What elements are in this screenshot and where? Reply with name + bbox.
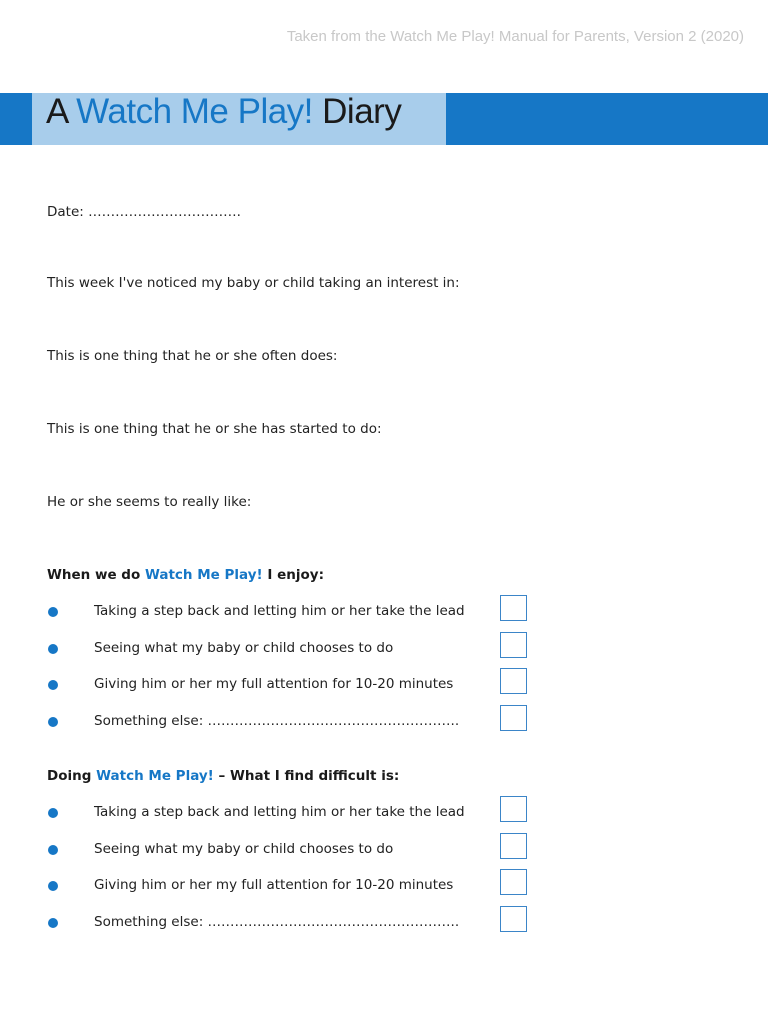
checkbox[interactable]: [500, 631, 527, 658]
bullet-icon: [48, 643, 58, 654]
bullet-icon: [48, 680, 58, 691]
date-field[interactable]: Date: …………………………….: [47, 204, 241, 220]
checkbox[interactable]: [500, 705, 527, 732]
list-item: Taking a step back and letting him or he…: [94, 603, 465, 619]
checkbox[interactable]: [500, 595, 527, 621]
heading-heading-pre: Doing: [47, 768, 97, 784]
heading-heading-highlight: Watch Me Play!: [144, 567, 263, 583]
list-item: Giving him or her my full attention for …: [94, 676, 454, 693]
section-heading: When we do Watch Me Play! I enjoy:: [47, 567, 324, 583]
title-suffix: Diary: [312, 92, 402, 131]
prompt-likes: He or she seems to really like:: [47, 494, 252, 510]
heading-heading-pre: When we do: [47, 567, 145, 583]
checkbox[interactable]: [500, 906, 527, 933]
heading-heading-highlight: Watch Me Play!: [96, 768, 214, 784]
list-item: Seeing what my baby or child chooses to …: [94, 840, 394, 857]
checkbox[interactable]: [500, 796, 527, 822]
checkbox[interactable]: [500, 668, 527, 695]
list-item: Something else: ………………………………………………..: [94, 914, 460, 931]
prompt-often-does: This is one thing that he or she often d…: [47, 348, 338, 364]
bullet-icon: [48, 844, 58, 855]
bullet-icon: [48, 808, 58, 818]
bullet-icon: [48, 918, 58, 929]
bullet-icon: [48, 607, 58, 617]
checkbox[interactable]: [500, 832, 527, 859]
list-item: Seeing what my baby or child chooses to …: [94, 639, 394, 656]
list-item: Giving him or her my full attention for …: [94, 877, 454, 894]
prompt-interest: This week I've noticed my baby or child …: [47, 275, 460, 291]
heading-heading-post: – What I find difficult is:: [213, 768, 400, 784]
page-title: A Watch Me Play! Diary: [46, 92, 402, 132]
title-highlight: Watch Me Play!: [76, 92, 313, 131]
prompt-started: This is one thing that he or she has sta…: [47, 421, 382, 437]
source-note: Taken from the Watch Me Play! Manual for…: [286, 28, 744, 45]
list-item: Taking a step back and letting him or he…: [94, 804, 465, 820]
bullet-icon: [48, 717, 58, 728]
list-item: Something else: ………………………………………………..: [94, 713, 460, 730]
checkbox[interactable]: [500, 869, 527, 896]
heading-heading-post: I enjoy:: [262, 567, 324, 583]
title-prefix: A: [46, 92, 77, 131]
section-heading: Doing Watch Me Play! – What I find diffi…: [47, 768, 399, 784]
bullet-icon: [48, 881, 58, 892]
